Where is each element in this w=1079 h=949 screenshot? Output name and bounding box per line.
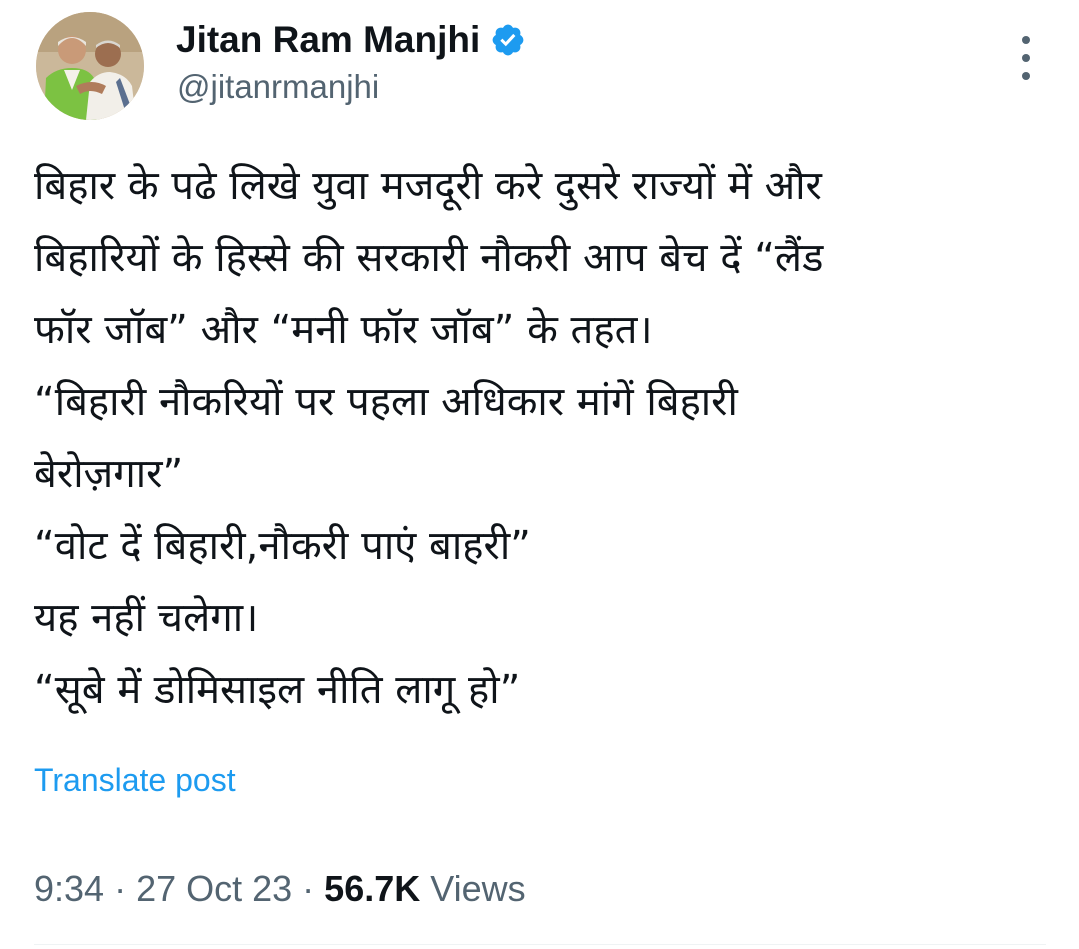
avatar[interactable] [36, 12, 144, 120]
views-count: 56.7K [324, 868, 421, 909]
views-label: Views [430, 868, 526, 909]
tweet-line: “वोट दें बिहारी,नौकरी पाएं बाहरी” [34, 523, 531, 569]
more-dot [1022, 36, 1030, 44]
tweet-date[interactable]: 27 Oct 23 [136, 868, 292, 909]
author-handle[interactable]: @jitanrmanjhi [177, 68, 379, 106]
more-dot [1022, 72, 1030, 80]
author-name-row[interactable]: Jitan Ram Manjhi [176, 16, 526, 64]
meta-separator: · [292, 868, 325, 909]
avatar-image [36, 12, 144, 120]
tweet-line: फॉर जॉब” और “मनी फॉर जॉब” के तहत। [34, 307, 653, 353]
author-display-name[interactable]: Jitan Ram Manjhi [176, 19, 480, 61]
tweet-line: बिहारियों के हिस्से की सरकारी नौकरी आप ब… [34, 235, 824, 281]
divider [34, 944, 1046, 945]
more-dot [1022, 54, 1030, 62]
tweet-line: बेरोज़गार” [34, 451, 184, 497]
more-options-icon[interactable] [1006, 36, 1046, 80]
tweet-text: बिहार के पढे लिखे युवा मजदूरी करे दुसरे … [34, 150, 1044, 726]
tweet-meta: 9:34 · 27 Oct 23 · 56.7K Views [34, 868, 526, 910]
meta-separator: · [104, 868, 137, 909]
tweet-time[interactable]: 9:34 [34, 868, 104, 909]
verified-badge-icon [490, 22, 526, 58]
tweet-line: “सूबे में डोमिसाइल नीति लागू हो” [34, 667, 521, 713]
tweet: Jitan Ram Manjhi @jitanrmanjhi बिहार के … [0, 0, 1079, 949]
translate-post-link[interactable]: Translate post [34, 762, 236, 799]
tweet-line: “बिहारी नौकरियों पर पहला अधिकार मांगें ब… [34, 379, 738, 425]
tweet-line: बिहार के पढे लिखे युवा मजदूरी करे दुसरे … [34, 163, 822, 209]
tweet-line: यह नहीं चलेगा। [34, 595, 259, 641]
